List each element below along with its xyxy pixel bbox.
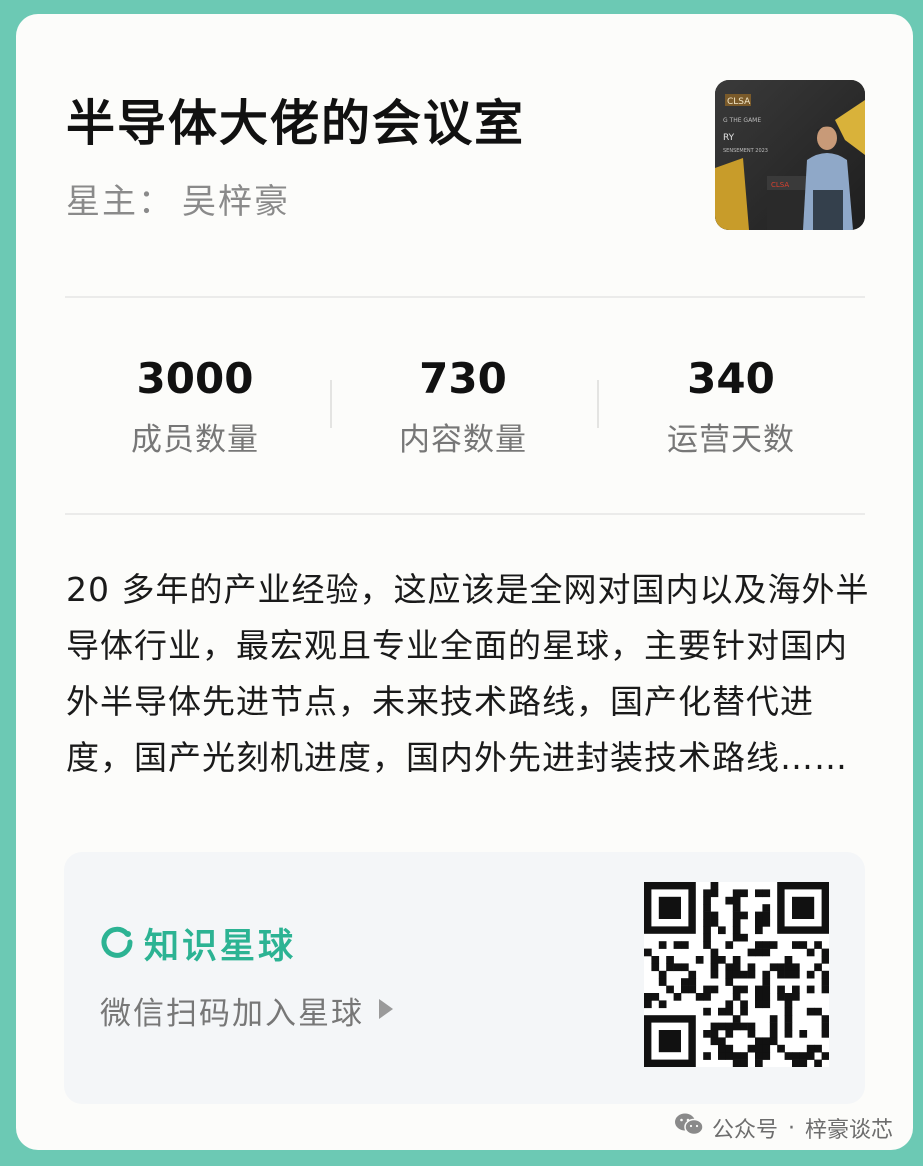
scan-text: 微信扫码加入星球	[100, 996, 364, 1032]
stat-value: 730	[419, 354, 507, 403]
stat-value: 3000	[136, 354, 254, 403]
stat-members: 3000 成员数量	[62, 354, 328, 459]
planet-description: 20 多年的产业经验，这应该是全网对国内以及海外半导体行业，最宏观且专业全面的星…	[66, 570, 870, 777]
svg-text:SENSEMENT 2023: SENSEMENT 2023	[723, 148, 768, 154]
play-arrow-icon	[378, 998, 394, 1024]
svg-text:G THE GAME: G THE GAME	[723, 117, 761, 124]
brand-name: 知识星球	[144, 927, 297, 967]
footer-account: 梓豪谈芯	[804, 1118, 893, 1143]
stat-label: 运营天数	[667, 422, 795, 459]
wechat-icon	[674, 1112, 704, 1144]
svg-text:RY: RY	[723, 133, 735, 143]
join-panel[interactable]: 知识星球 微信扫码加入星球	[64, 852, 865, 1104]
zsxq-logo-icon	[100, 925, 134, 963]
stat-label: 内容数量	[399, 422, 527, 459]
stat-label: 成员数量	[131, 422, 259, 459]
footer-attribution: 公众号 · 梓豪谈芯	[674, 1112, 893, 1144]
footer-separator: ·	[787, 1115, 795, 1141]
divider-top	[65, 296, 865, 298]
owner-name: 吴梓豪	[182, 182, 290, 222]
scan-to-join-link[interactable]: 微信扫码加入星球	[100, 988, 394, 1033]
planet-card: 半导体大佬的会议室 星主： 吴梓豪 CLSA G THE GAME RY SENS…	[16, 14, 913, 1150]
qr-code-icon[interactable]	[644, 882, 830, 1068]
owner-label: 星主：	[66, 182, 174, 222]
svg-text:CLSA: CLSA	[771, 181, 789, 189]
owner-line: 星主： 吴梓豪	[66, 174, 290, 223]
brand: 知识星球	[100, 918, 296, 969]
stat-posts: 730 内容数量	[330, 354, 596, 459]
footer-platform: 公众号	[711, 1118, 778, 1143]
stat-value: 340	[687, 354, 775, 403]
avatar: CLSA G THE GAME RY SENSEMENT 2023 CLSA	[715, 80, 865, 230]
page-title: 半导体大佬的会议室	[66, 95, 526, 152]
avatar-logo: CLSA	[727, 97, 751, 107]
divider-bottom	[65, 513, 865, 515]
stat-days: 340 运营天数	[598, 354, 864, 459]
